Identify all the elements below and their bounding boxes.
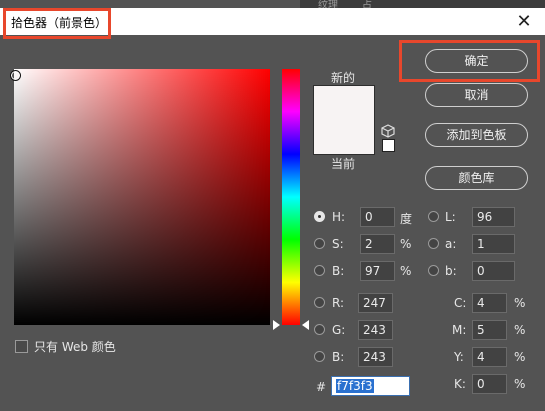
l-label: L:	[445, 210, 456, 224]
blue-radio[interactable]	[314, 351, 325, 362]
blue-input[interactable]: 243	[358, 347, 393, 367]
a-radio[interactable]	[428, 238, 439, 249]
color-libraries-button[interactable]: 颜色库	[425, 166, 528, 190]
hex-input[interactable]: f7f3f3	[331, 376, 410, 396]
k-unit: %	[514, 377, 526, 391]
h-input[interactable]: 0	[360, 207, 395, 227]
color-field[interactable]	[14, 69, 270, 325]
title-highlight-box	[3, 8, 111, 39]
b-input[interactable]: 97	[360, 261, 395, 281]
k-input[interactable]: 0	[472, 374, 507, 394]
l-input[interactable]: 96	[472, 207, 515, 227]
blue-label: B:	[332, 350, 345, 364]
new-color-label: 新的	[331, 71, 356, 85]
web-safe-color-swatch[interactable]	[382, 139, 395, 152]
hue-slider-right-handle[interactable]	[302, 320, 309, 330]
hue-slider-left-handle[interactable]	[273, 320, 280, 330]
web-only-label: 只有 Web 颜色	[34, 340, 116, 354]
y-label: Y:	[454, 350, 464, 364]
r-radio[interactable]	[314, 297, 325, 308]
hue-slider[interactable]	[282, 69, 300, 325]
b-label: B:	[332, 264, 345, 278]
ok-button[interactable]: 确定	[425, 49, 528, 73]
l-radio[interactable]	[428, 211, 439, 222]
lab-b-label: b:	[445, 264, 457, 278]
r-input[interactable]: 247	[358, 293, 393, 313]
close-button[interactable]: ✕	[513, 11, 535, 33]
s-radio[interactable]	[314, 238, 325, 249]
c-unit: %	[514, 296, 526, 310]
lab-b-input[interactable]: 0	[472, 261, 515, 281]
k-label: K:	[454, 377, 466, 391]
s-label: S:	[332, 237, 344, 251]
a-input[interactable]: 1	[472, 234, 515, 254]
m-unit: %	[514, 323, 526, 337]
g-radio[interactable]	[314, 324, 325, 335]
lab-b-radio[interactable]	[428, 265, 439, 276]
m-input[interactable]: 5	[472, 320, 507, 340]
g-input[interactable]: 243	[358, 320, 393, 340]
add-to-swatches-button[interactable]: 添加到色板	[425, 123, 528, 147]
hex-label: #	[316, 380, 327, 394]
hex-input-selected-text: f7f3f3	[336, 379, 374, 393]
web-only-checkbox[interactable]	[15, 340, 28, 353]
color-preview-swatch[interactable]	[313, 85, 375, 155]
b-unit: %	[400, 264, 412, 278]
b-radio[interactable]	[314, 265, 325, 276]
c-label: C:	[454, 296, 467, 310]
y-input[interactable]: 4	[472, 347, 507, 367]
out-of-gamut-cube-icon[interactable]	[381, 124, 395, 138]
s-unit: %	[400, 237, 412, 251]
s-input[interactable]: 2	[360, 234, 395, 254]
m-label: M:	[452, 323, 467, 337]
a-label: a:	[445, 237, 457, 251]
h-label: H:	[332, 210, 346, 224]
r-label: R:	[332, 296, 345, 310]
current-color-label: 当前	[331, 157, 356, 171]
y-unit: %	[514, 350, 526, 364]
color-field-cursor[interactable]	[10, 70, 21, 81]
h-unit: 度	[400, 212, 413, 226]
c-input[interactable]: 4	[472, 293, 507, 313]
cancel-button[interactable]: 取消	[425, 83, 528, 107]
g-label: G:	[332, 323, 346, 337]
h-radio[interactable]	[314, 211, 325, 222]
